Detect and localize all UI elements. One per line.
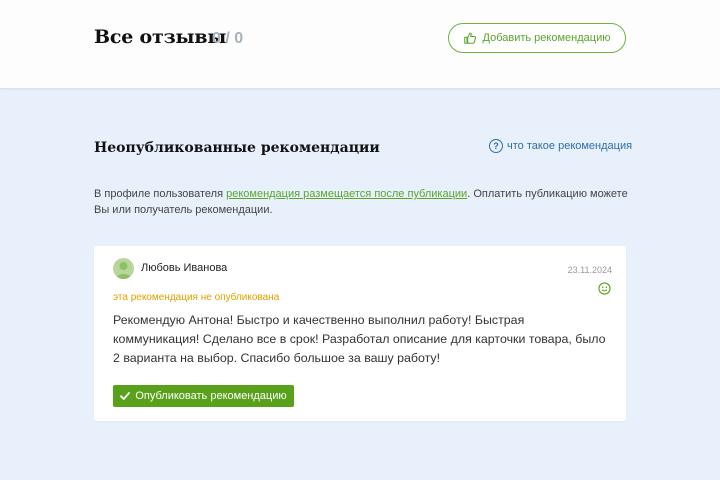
check-icon	[120, 392, 131, 400]
review-date: 23.11.2024	[567, 265, 612, 275]
what-is-recommendation-label: что такое рекомендация	[507, 140, 633, 152]
review-text: Рекомендую Антона! Быстро и качественно …	[113, 313, 606, 365]
publication-info-link[interactable]: рекомендация размещается после публикаци…	[226, 188, 467, 200]
page-title: Все отзывы	[94, 26, 227, 48]
add-recommendation-button[interactable]: Добавить рекомендацию	[448, 23, 626, 53]
avatar	[113, 258, 134, 279]
user-icon	[115, 262, 132, 279]
what-is-recommendation-link[interactable]: ? что такое рекомендация	[489, 139, 632, 153]
info-prefix: В профиле пользователя	[94, 188, 227, 200]
section-title: Неопубликованные рекомендации	[94, 140, 380, 156]
thumbs-up-icon	[463, 32, 476, 44]
info-text: В профиле пользователя рекомендация разм…	[94, 186, 634, 218]
review-card: Любовь Иванова 23.11.2024 эта рекомендац…	[94, 246, 626, 421]
add-recommendation-label: Добавить рекомендацию	[482, 32, 611, 44]
publish-recommendation-label: Опубликовать рекомендацию	[135, 390, 287, 402]
review-author[interactable]: Любовь Иванова	[141, 262, 227, 274]
review-status: эта рекомендация не опубликована	[113, 292, 280, 303]
publish-recommendation-button[interactable]: Опубликовать рекомендацию	[113, 385, 294, 407]
reviews-count: 0 / 0	[212, 30, 244, 47]
page-header: Все отзывы 0 / 0 Добавить рекомендацию	[0, 0, 720, 89]
smile-icon	[598, 282, 611, 295]
question-icon: ?	[489, 139, 503, 153]
